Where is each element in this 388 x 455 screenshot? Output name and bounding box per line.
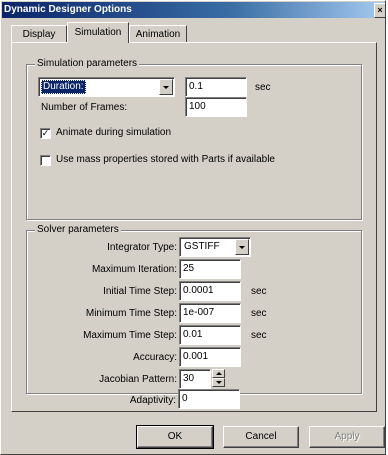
accuracy-input[interactable]: 0.001 [179,347,241,367]
tab-simulation-label: Simulation [74,27,122,38]
min-time-step-input[interactable]: 1e-007 [179,303,241,323]
close-icon: × [377,5,383,15]
min-time-step-unit: sec [251,308,267,319]
options-dialog: Dynamic Designer Options × Display Simul… [0,0,386,455]
simulation-parameters-legend: Simulation parameters [35,58,140,70]
chevron-down-icon[interactable] [159,79,173,95]
simulation-parameters-group: Simulation parameters Duration: 0.1 sec … [26,58,362,220]
integrator-type-select[interactable]: GSTIFF [179,237,251,257]
max-time-step-unit: sec [251,330,267,341]
simulation-tab-panel: Simulation parameters Duration: 0.1 sec … [11,42,377,412]
initial-time-step-input[interactable]: 0.0001 [179,281,241,301]
initial-time-step-unit: sec [251,286,267,297]
tab-display[interactable]: Display [11,25,67,42]
tab-simulation[interactable]: Simulation [67,22,129,43]
integrator-type-label: Integrator Type: [107,242,177,253]
tab-animation[interactable]: Animation [129,25,187,42]
frames-input[interactable]: 100 [185,97,247,117]
min-time-step-label: Minimum Time Step: [85,308,177,319]
max-iteration-input[interactable]: 25 [179,259,241,279]
ok-button[interactable]: OK [136,425,214,449]
mass-properties-checkbox[interactable] [40,155,51,166]
apply-button[interactable]: Apply [309,426,385,448]
spin-down-icon[interactable] [212,378,225,387]
solver-parameters-legend: Solver parameters [35,224,121,236]
adaptivity-input[interactable]: 0 [178,389,240,409]
window-title: Dynamic Designer Options [4,4,132,15]
title-bar[interactable]: Dynamic Designer Options × [2,2,385,18]
integrator-type-value: GSTIFF [184,241,220,252]
duration-select-value: Duration: [41,80,86,94]
tab-animation-label: Animation [135,29,181,40]
jacobian-pattern-label: Jacobian Pattern: [99,374,177,385]
duration-input[interactable]: 0.1 [185,77,247,97]
duration-select[interactable]: Duration: [38,77,175,97]
max-iteration-label: Maximum Iteration: [91,264,177,275]
adaptivity-label: Adaptivity: [129,395,176,406]
duration-unit: sec [255,82,271,93]
accuracy-label: Accuracy: [133,352,177,363]
close-button[interactable]: × [374,3,385,18]
max-time-step-input[interactable]: 0.01 [179,325,241,345]
tab-display-label: Display [22,29,56,40]
checkmark-icon: ✓ [41,128,50,138]
solver-parameters-group: Solver parameters Integrator Type: GSTIF… [26,224,362,394]
mass-properties-label: Use mass properties stored with Parts if… [56,154,275,165]
animate-checkbox[interactable]: ✓ [40,128,51,139]
initial-time-step-label: Initial Time Step: [103,286,177,297]
jacobian-pattern-input[interactable]: 30 [179,369,211,389]
animate-label: Animate during simulation [56,127,172,138]
chevron-down-icon[interactable] [235,239,249,255]
frames-label: Number of Frames: [41,102,128,113]
spin-up-icon[interactable] [212,369,225,378]
cancel-button[interactable]: Cancel [223,426,299,448]
max-time-step-label: Maximum Time Step: [83,330,177,341]
